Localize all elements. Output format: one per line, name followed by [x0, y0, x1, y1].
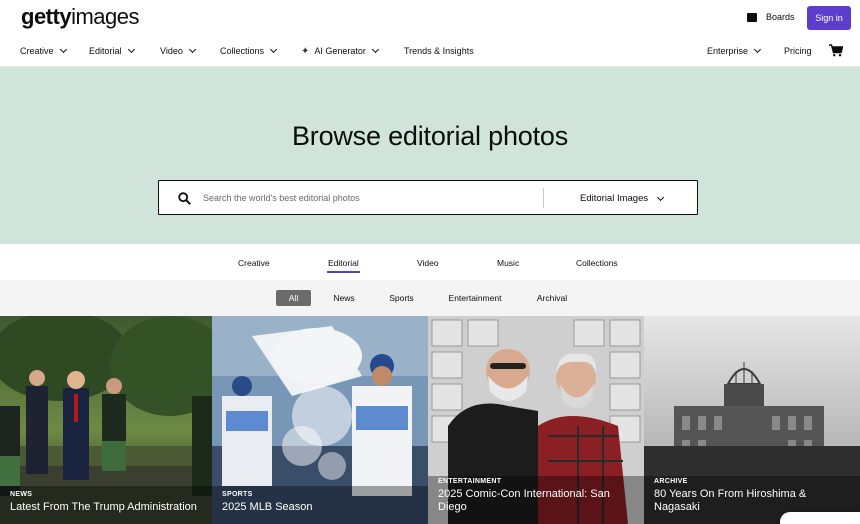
chevron-down-icon [188, 45, 196, 54]
nav-ai-generator[interactable]: ✦ AI Generator [301, 45, 379, 57]
tile-caption: ENTERTAINMENT 2025 Comic-Con Internation… [438, 478, 634, 514]
getty-images-logo[interactable]: gettyimages [21, 4, 139, 30]
hero-section: Browse editorial photos Editorial Images [0, 67, 860, 244]
tile-category: ARCHIVE [654, 478, 688, 485]
filter-entertainment[interactable]: Entertainment [443, 290, 507, 306]
boards-icon [747, 11, 761, 22]
nav-creative[interactable]: Creative [20, 45, 67, 56]
nav-collections[interactable]: Collections [220, 45, 278, 56]
nav-trends-insights[interactable]: Trends & Insights [404, 46, 474, 56]
nav-ai-generator-label: AI Generator [314, 46, 366, 56]
search-bar: Editorial Images [158, 180, 698, 215]
media-type-tabs: Creative Editorial Video Music Collectio… [0, 244, 860, 280]
photo-tile-entertainment[interactable]: ENTERTAINMENT 2025 Comic-Con Internation… [428, 316, 644, 524]
sign-in-button[interactable]: Sign in [807, 6, 851, 30]
photo-tile-sports[interactable]: SPORTS 2025 MLB Season [212, 316, 428, 524]
tab-video[interactable]: Video [417, 258, 439, 268]
chat-widget[interactable] [780, 512, 860, 524]
photo-tile-news[interactable]: NEWS Latest From The Trump Administratio… [0, 316, 212, 524]
chevron-down-icon [657, 193, 665, 201]
chevron-down-icon [371, 45, 379, 54]
tab-collections[interactable]: Collections [576, 258, 618, 268]
tab-creative[interactable]: Creative [238, 258, 270, 268]
tile-caption: SPORTS 2025 MLB Season [222, 491, 418, 514]
cart-icon[interactable] [829, 44, 843, 57]
photo-grid: NEWS Latest From The Trump Administratio… [0, 316, 860, 524]
tile-title: Latest From The Trump Administration [10, 501, 197, 513]
nav-video[interactable]: Video [160, 45, 196, 56]
tile-title: 2025 Comic-Con International: San Diego [438, 488, 610, 513]
chevron-down-icon [269, 45, 278, 54]
nav-pricing[interactable]: Pricing [784, 46, 812, 56]
tab-music[interactable]: Music [497, 258, 519, 268]
nav-collections-label: Collections [220, 46, 265, 56]
nav-enterprise-label: Enterprise [707, 46, 749, 56]
category-filters: All News Sports Entertainment Archival [0, 280, 860, 316]
nav-video-label: Video [160, 46, 183, 56]
search-divider [543, 188, 544, 208]
nav-editorial[interactable]: Editorial [89, 45, 135, 56]
nav-editorial-label: Editorial [89, 46, 122, 56]
tile-title: 80 Years On From Hiroshima & Nagasaki [654, 488, 807, 513]
nav-pricing-label: Pricing [784, 46, 812, 56]
top-header: gettyimages Boards Sign in [0, 0, 860, 36]
nav-enterprise[interactable]: Enterprise [707, 45, 762, 56]
filter-all[interactable]: All [276, 290, 311, 306]
nav-creative-label: Creative [20, 46, 54, 56]
search-type-dropdown[interactable]: Editorial Images [580, 193, 665, 204]
nav-trends-label: Trends & Insights [404, 46, 474, 56]
chevron-down-icon [59, 45, 67, 54]
tile-category: ENTERTAINMENT [438, 478, 502, 485]
tile-category: SPORTS [222, 491, 253, 498]
main-nav: Creative Editorial Video Collections ✦ AI… [0, 36, 860, 67]
tile-caption: NEWS Latest From The Trump Administratio… [10, 491, 202, 514]
photo-tile-archive[interactable]: ARCHIVE 80 Years On From Hiroshima & Nag… [644, 316, 860, 524]
tile-title: 2025 MLB Season [222, 501, 313, 513]
tile-caption: ARCHIVE 80 Years On From Hiroshima & Nag… [654, 478, 850, 514]
tab-editorial[interactable]: Editorial [327, 258, 360, 273]
boards-button[interactable]: Boards [747, 11, 795, 22]
search-icon[interactable] [178, 192, 191, 205]
boards-label: Boards [766, 11, 795, 22]
chevron-down-icon [127, 45, 135, 54]
page-title: Browse editorial photos [291, 121, 569, 151]
search-input[interactable] [203, 189, 533, 207]
filter-sports[interactable]: Sports [384, 290, 419, 306]
filter-news[interactable]: News [328, 290, 360, 306]
tile-category: NEWS [10, 491, 33, 498]
chevron-down-icon [753, 45, 762, 54]
sparkle-icon: ✦ [301, 45, 310, 57]
search-type-label: Editorial Images [580, 193, 649, 204]
filter-archival[interactable]: Archival [531, 290, 573, 306]
